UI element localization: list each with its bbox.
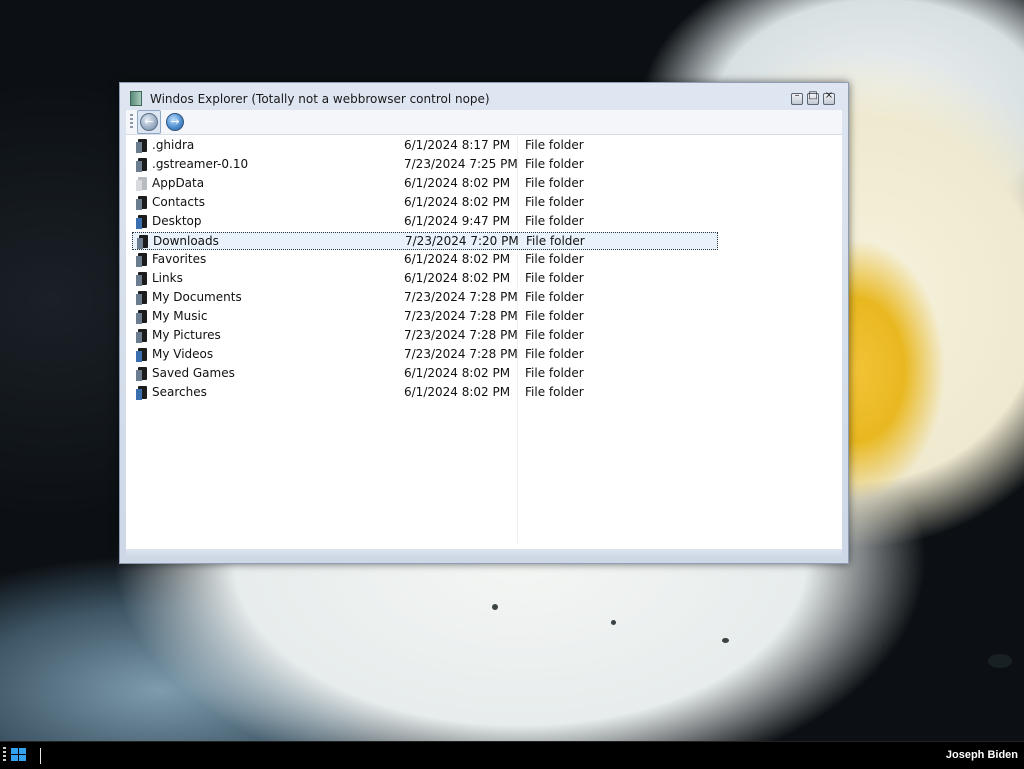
explorer-window: Windos Explorer (Totally not a webbrowse… [119, 82, 849, 564]
minimize-button[interactable]: – [791, 90, 803, 105]
wallpaper-detail [611, 620, 616, 625]
close-button[interactable]: × [823, 90, 835, 105]
file-type: File folder [525, 176, 584, 190]
searches-folder-icon [136, 386, 148, 400]
file-date-modified: 7/23/2024 7:28 PM [404, 328, 518, 342]
file-name: My Videos [152, 347, 214, 361]
file-list[interactable]: .ghidra 6/1/2024 8:17 PM File folder .gstre… [126, 135, 842, 557]
links-folder-icon [136, 272, 148, 286]
file-row[interactable]: Downloads 7/23/2024 7:20 PM File folder [132, 232, 718, 250]
music-folder-icon [136, 310, 148, 324]
file-name: My Pictures [152, 328, 221, 342]
file-name: Saved Games [152, 366, 235, 380]
file-date-modified: 6/1/2024 8:02 PM [404, 252, 511, 266]
pictures-folder-icon [136, 329, 148, 343]
wallpaper-detail [882, 646, 887, 650]
close-icon: × [824, 90, 834, 101]
file-date-modified: 7/23/2024 7:25 PM [404, 157, 518, 171]
documents-folder-icon [136, 291, 148, 305]
minimize-icon: – [794, 90, 800, 101]
file-row[interactable]: Desktop 6/1/2024 9:47 PM File folder [132, 213, 718, 231]
file-type: File folder [525, 328, 584, 342]
wallpaper-detail [988, 654, 1012, 668]
maximize-icon: □ [808, 90, 818, 101]
toolbar-grip[interactable] [130, 114, 133, 130]
file-name: My Music [152, 309, 208, 323]
file-row[interactable]: My Documents 7/23/2024 7:28 PM File folder [132, 289, 718, 307]
file-name: .ghidra [152, 138, 195, 152]
file-row[interactable]: Contacts 6/1/2024 8:02 PM File folder [132, 194, 718, 212]
file-name: Downloads [153, 234, 219, 248]
window-bottom-border [126, 549, 842, 557]
folder-dark-icon [136, 158, 148, 172]
file-type: File folder [525, 195, 584, 209]
taskbar-grip[interactable] [3, 747, 6, 763]
file-type: File folder [525, 290, 584, 304]
downloads-folder-icon [137, 235, 149, 249]
file-row[interactable]: .gstreamer-0.10 7/23/2024 7:25 PM File fol… [132, 156, 718, 174]
back-arrow-icon: ← [144, 115, 154, 128]
file-type: File folder [525, 252, 584, 266]
file-type: File folder [525, 347, 584, 361]
window-app-icon [130, 91, 142, 106]
wallpaper-detail [722, 638, 729, 643]
file-row[interactable]: Favorites 6/1/2024 8:02 PM File folder [132, 251, 718, 269]
file-type: File folder [526, 234, 585, 248]
file-date-modified: 6/1/2024 8:02 PM [404, 366, 511, 380]
file-type: File folder [525, 309, 584, 323]
file-row[interactable]: My Music 7/23/2024 7:28 PM File folder [132, 308, 718, 326]
file-row[interactable]: Saved Games 6/1/2024 8:02 PM File folder [132, 365, 718, 383]
file-type: File folder [525, 366, 584, 380]
file-type: File folder [525, 271, 584, 285]
taskbar: Joseph Biden [0, 741, 1024, 769]
file-date-modified: 6/1/2024 8:02 PM [404, 271, 511, 285]
file-type: File folder [525, 385, 584, 399]
back-button[interactable]: ← [140, 113, 158, 131]
favorites-folder-icon [136, 253, 148, 267]
file-date-modified: 7/23/2024 7:20 PM [405, 234, 519, 248]
file-row[interactable]: Links 6/1/2024 8:02 PM File folder [132, 270, 718, 288]
desktop-folder-icon [136, 215, 148, 229]
window-title: Windos Explorer (Totally not a webbrowse… [150, 92, 490, 106]
games-folder-icon [136, 367, 148, 381]
contacts-folder-icon [136, 196, 148, 210]
taskbar-separator [40, 748, 41, 764]
file-date-modified: 7/23/2024 7:28 PM [404, 347, 518, 361]
file-name: AppData [152, 176, 205, 190]
file-row[interactable]: .ghidra 6/1/2024 8:17 PM File folder [132, 137, 718, 155]
start-button[interactable] [11, 748, 27, 762]
file-row[interactable]: My Videos 7/23/2024 7:28 PM File folder [132, 346, 718, 364]
file-name: Searches [152, 385, 207, 399]
wallpaper-detail [492, 604, 498, 610]
folder-dark-icon [136, 139, 148, 153]
file-name: Links [152, 271, 183, 285]
folder-hidden-icon [136, 177, 148, 191]
file-date-modified: 6/1/2024 8:02 PM [404, 385, 511, 399]
file-name: Contacts [152, 195, 205, 209]
file-row[interactable]: AppData 6/1/2024 8:02 PM File folder [132, 175, 718, 193]
file-type: File folder [525, 214, 584, 228]
file-date-modified: 7/23/2024 7:28 PM [404, 309, 518, 323]
file-row[interactable]: My Pictures 7/23/2024 7:28 PM File folder [132, 327, 718, 345]
file-name: My Documents [152, 290, 242, 304]
file-name: .gstreamer-0.10 [152, 157, 249, 171]
navigation-toolbar: ← → [126, 110, 842, 135]
file-row[interactable]: Searches 6/1/2024 8:02 PM File folder [132, 384, 718, 402]
file-date-modified: 7/23/2024 7:28 PM [404, 290, 518, 304]
file-type: File folder [525, 157, 584, 171]
file-name: Desktop [152, 214, 202, 228]
file-date-modified: 6/1/2024 8:17 PM [404, 138, 511, 152]
maximize-button[interactable]: □ [807, 90, 819, 105]
file-type: File folder [525, 138, 584, 152]
videos-folder-icon [136, 348, 148, 362]
file-date-modified: 6/1/2024 8:02 PM [404, 195, 511, 209]
forward-arrow-icon: → [170, 115, 180, 128]
forward-button[interactable]: → [166, 113, 184, 131]
file-date-modified: 6/1/2024 9:47 PM [404, 214, 511, 228]
file-name: Favorites [152, 252, 207, 266]
title-bar[interactable]: Windos Explorer (Totally not a webbrowse… [120, 83, 848, 109]
taskbar-user-name: Joseph Biden [945, 749, 1018, 761]
file-date-modified: 6/1/2024 8:02 PM [404, 176, 511, 190]
